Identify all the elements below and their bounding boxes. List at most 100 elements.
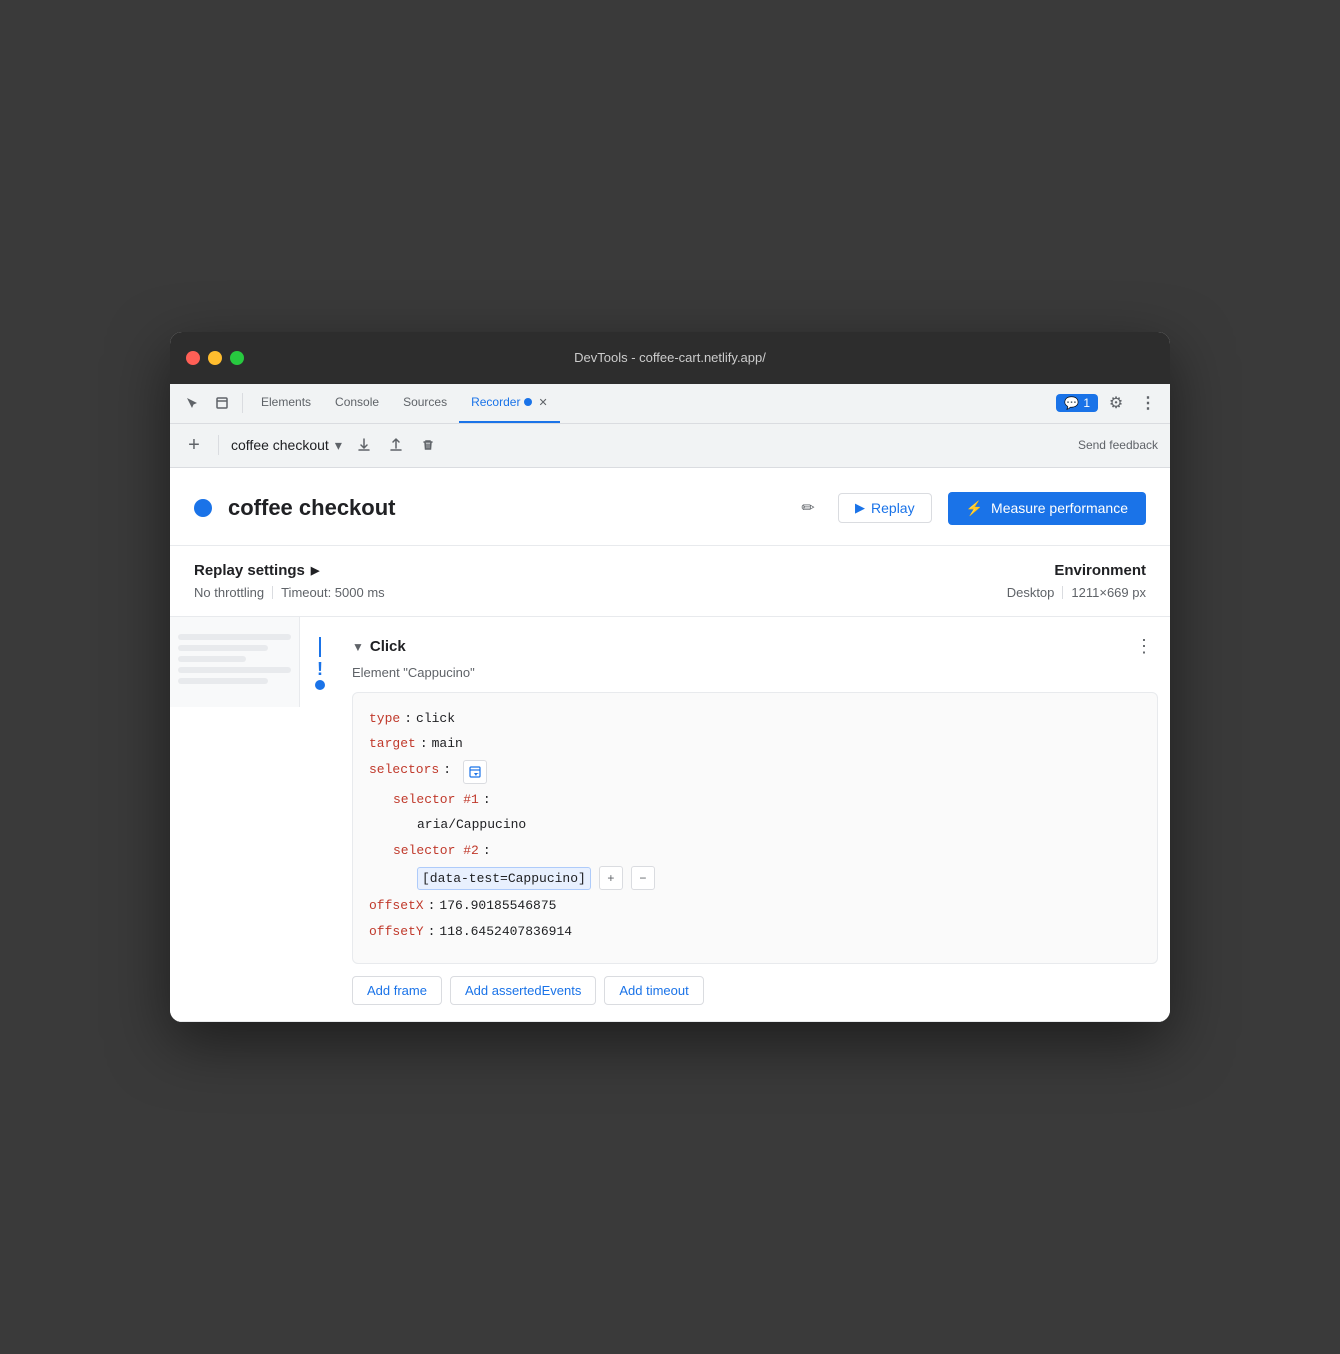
tab-sources[interactable]: Sources (391, 383, 459, 423)
type-key: type (369, 709, 400, 729)
recorder-close-icon[interactable]: ✕ (538, 396, 547, 409)
warning-icon: ! (317, 659, 323, 680)
measure-performance-button[interactable]: ⚡ Measure performance (948, 492, 1146, 525)
step-action-label: Click (370, 638, 406, 655)
main-content: coffee checkout ✏ ▶ Replay ⚡ Measure per… (170, 468, 1170, 1023)
recorder-tab-label: Recorder (471, 395, 520, 409)
dropdown-arrow-icon: ▾ (335, 437, 342, 454)
more-options-icon[interactable]: ⋮ (1134, 389, 1162, 417)
expand-icon[interactable]: ▼ (352, 640, 364, 654)
thumb-line-3 (178, 656, 246, 662)
code-offsetY-line: offsetY : 118.6452407836914 (369, 922, 1141, 942)
code-selector2-val-line: [data-test=Cappucino] + − (369, 866, 1141, 890)
thumb-line-5 (178, 678, 268, 684)
add-timeout-button[interactable]: Add timeout (604, 976, 703, 1005)
selector-inspect-button[interactable] (463, 760, 487, 784)
step-line (319, 637, 321, 657)
code-type-line: type : click (369, 709, 1141, 729)
selector2-remove-button[interactable]: − (631, 866, 655, 890)
selector1-val: aria/Cappucino (417, 815, 526, 835)
recording-selector-dropdown[interactable]: coffee checkout ▾ (231, 437, 342, 454)
step-dot (315, 680, 325, 690)
replay-button[interactable]: ▶ Replay (838, 493, 932, 523)
offsetY-key: offsetY (369, 922, 424, 942)
chat-icon: 💬 (1064, 396, 1079, 410)
cursor-icon[interactable] (178, 389, 206, 417)
recording-title: coffee checkout (228, 495, 778, 521)
step-title-row: ▼ Click ⋮ (352, 633, 1158, 661)
offsetX-val: 176.90185546875 (439, 896, 556, 916)
tab-console[interactable]: Console (323, 383, 391, 423)
selected-recording-name: coffee checkout (231, 437, 329, 453)
recorder-active-dot (524, 398, 532, 406)
step-row: ! ▼ Click ⋮ Element "Cappucino" type (170, 617, 1170, 1023)
code-selector2-key-line: selector #2 : (369, 841, 1141, 861)
selector2-val[interactable]: [data-test=Cappucino] (417, 867, 591, 891)
subtitle-divider (272, 586, 273, 599)
replay-settings-title[interactable]: Replay settings ▶ (194, 562, 385, 579)
resolution-value: 1211×669 px (1071, 585, 1146, 600)
edit-title-button[interactable]: ✏ (794, 494, 822, 522)
steps-area: ! ▼ Click ⋮ Element "Cappucino" type (170, 617, 1170, 1023)
offsetX-key: offsetX (369, 896, 424, 916)
replay-settings-arrow-icon: ▶ (311, 564, 319, 577)
measure-label: Measure performance (991, 500, 1128, 516)
selector2-add-button[interactable]: + (599, 866, 623, 890)
export-icon[interactable] (350, 431, 378, 459)
chat-badge[interactable]: 💬 1 (1056, 394, 1098, 412)
step-code-block: type : click target : main selectors : (352, 692, 1158, 965)
step-options-button[interactable]: ⋮ (1130, 633, 1158, 661)
step-content: ▼ Click ⋮ Element "Cappucino" type : cli… (340, 617, 1170, 1022)
recorder-tab-inner: Recorder ✕ (471, 395, 548, 409)
title-bar: DevTools - coffee-cart.netlify.app/ (170, 332, 1170, 384)
replay-settings-section: Replay settings ▶ No throttling Timeout:… (170, 546, 1170, 617)
selector1-key: selector #1 (393, 790, 479, 810)
recorder-divider (218, 435, 219, 455)
chat-count: 1 (1083, 396, 1090, 410)
measure-icon: ⚡ (966, 500, 983, 517)
replay-settings-left: Replay settings ▶ No throttling Timeout:… (194, 562, 385, 600)
thumb-line-1 (178, 634, 291, 640)
add-recording-button[interactable]: + (182, 433, 206, 457)
tab-recorder[interactable]: Recorder ✕ (459, 383, 560, 423)
action-buttons: Add frame Add assertedEvents Add timeout (352, 976, 1158, 1005)
send-feedback-link[interactable]: Send feedback (1078, 438, 1158, 452)
offsetY-val: 118.6452407836914 (439, 922, 572, 942)
device-value: Desktop (1007, 585, 1055, 600)
tab-elements[interactable]: Elements (249, 383, 323, 423)
thumb-line-4 (178, 667, 291, 673)
toolbar-tabs: Elements Console Sources Recorder ✕ (249, 383, 1054, 423)
timeout-value: Timeout: 5000 ms (281, 585, 385, 600)
target-key: target (369, 734, 416, 754)
devtools-window: DevTools - coffee-cart.netlify.app/ Elem… (170, 332, 1170, 1023)
settings-icon[interactable]: ⚙ (1102, 389, 1130, 417)
add-frame-button[interactable]: Add frame (352, 976, 442, 1005)
replay-settings-label: Replay settings (194, 562, 305, 579)
minimize-button[interactable] (208, 351, 222, 365)
maximize-button[interactable] (230, 351, 244, 365)
code-selector1-val-line: aria/Cappucino (369, 815, 1141, 835)
selectors-key: selectors (369, 760, 439, 780)
add-asserted-events-button[interactable]: Add assertedEvents (450, 976, 596, 1005)
recording-actions (350, 431, 442, 459)
code-offsetX-line: offsetX : 176.90185546875 (369, 896, 1141, 916)
import-icon[interactable] (382, 431, 410, 459)
target-val: main (432, 734, 463, 754)
replay-settings-subtitle: No throttling Timeout: 5000 ms (194, 585, 385, 600)
recording-status-dot (194, 499, 212, 517)
thumbnail-preview (170, 626, 299, 697)
code-selector1-key-line: selector #1 : (369, 790, 1141, 810)
selector2-row: [data-test=Cappucino] + − (417, 866, 655, 890)
play-icon: ▶ (855, 500, 865, 516)
code-selectors-line: selectors : (369, 760, 1141, 784)
step-thumbnail (170, 617, 300, 707)
inspect-icon[interactable] (208, 389, 236, 417)
delete-recording-icon[interactable] (414, 431, 442, 459)
recording-header: coffee checkout ✏ ▶ Replay ⚡ Measure per… (170, 468, 1170, 546)
recorder-bar: + coffee checkout ▾ (170, 424, 1170, 468)
env-divider (1062, 586, 1063, 599)
devtools-toolbar: Elements Console Sources Recorder ✕ 💬 1 … (170, 384, 1170, 424)
selector2-key: selector #2 (393, 841, 479, 861)
environment-title: Environment (1007, 562, 1146, 579)
close-button[interactable] (186, 351, 200, 365)
